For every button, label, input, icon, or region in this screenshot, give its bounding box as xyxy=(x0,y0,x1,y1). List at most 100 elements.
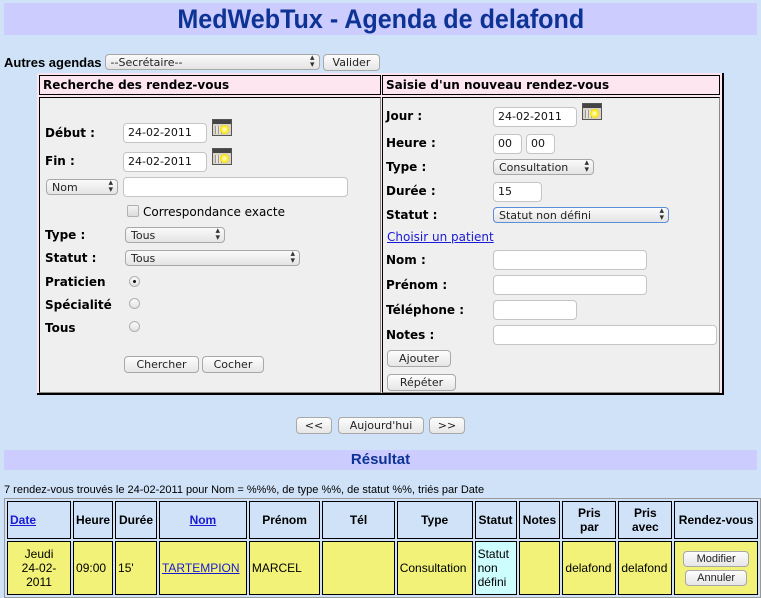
select-arrows-icon: ▴ ▾ xyxy=(108,178,113,195)
lastname-input[interactable] xyxy=(493,250,647,270)
search-panel: Recherche des rendez-vous Début : 24-02-… xyxy=(39,75,381,393)
day-label: Jour : xyxy=(386,109,423,123)
col-taken-with: Pris avec xyxy=(618,501,673,539)
repeat-button[interactable]: Répéter xyxy=(387,374,456,391)
scope-tous-label: Tous xyxy=(45,321,76,335)
select-arrows-icon: ▴ ▾ xyxy=(584,158,589,175)
cell-status-line3: défini xyxy=(477,575,507,589)
cell-date: Jeudi 24-02-2011 xyxy=(7,541,72,595)
cell-duration: 15' xyxy=(115,541,157,595)
check-button[interactable]: Cocher xyxy=(202,356,264,373)
cell-taken-by: delafond xyxy=(562,541,617,595)
cell-status-line1: Statut xyxy=(477,547,509,561)
forms-container: Recherche des rendez-vous Début : 24-02-… xyxy=(37,73,724,395)
end-date-input[interactable]: 24-02-2011 xyxy=(123,152,207,172)
today-button[interactable]: Aujourd'hui xyxy=(338,417,424,434)
hour-label: Heure : xyxy=(386,136,436,150)
col-firstname: Prénom xyxy=(248,501,321,539)
new-appointment-panel-title: Saisie d'un nouveau rendez-vous xyxy=(382,75,720,95)
start-calendar-icon[interactable] xyxy=(212,119,232,136)
cell-date-value: 24-02-2011 xyxy=(21,561,57,589)
col-lastname[interactable]: Nom xyxy=(158,501,247,539)
exact-match-label: Correspondance exacte xyxy=(143,205,285,219)
scope-specialite-radio[interactable] xyxy=(129,298,140,309)
status-select-value: Tous xyxy=(131,251,156,265)
select-arrows-icon: ▴ ▾ xyxy=(659,206,664,223)
appointment-type-select[interactable]: Consultation ▴ ▾ xyxy=(493,159,594,175)
col-date[interactable]: Date xyxy=(7,501,72,539)
day-input[interactable]: 24-02-2011 xyxy=(493,107,577,127)
new-appointment-panel-body: Jour : 24-02-2011 Heure : 00 00 Type : C… xyxy=(382,97,720,393)
choose-patient-link[interactable]: Choisir un patient xyxy=(387,230,494,244)
cell-actions: Modifier Annuler xyxy=(674,541,758,595)
end-calendar-icon[interactable] xyxy=(212,148,232,165)
select-arrows-icon: ▴ ▾ xyxy=(290,249,295,266)
day-calendar-icon[interactable] xyxy=(582,103,602,120)
notes-label: Notes : xyxy=(386,328,435,342)
col-type: Type xyxy=(396,501,473,539)
scope-praticien-radio[interactable] xyxy=(129,276,140,287)
col-hour: Heure xyxy=(73,501,114,539)
notes-input[interactable] xyxy=(493,325,717,345)
appointment-status-select[interactable]: Statut non défini ▴ ▾ xyxy=(493,207,669,223)
col-taken-by: Pris par xyxy=(562,501,617,539)
cell-hour: 09:00 xyxy=(73,541,114,595)
next-button[interactable]: >> xyxy=(429,417,465,434)
search-field-select-value: Nom xyxy=(52,180,78,194)
firstname-label: Prénom : xyxy=(386,278,448,292)
sort-date-link[interactable]: Date xyxy=(10,513,36,527)
duration-label: Durée : xyxy=(386,184,436,198)
table-row: Jeudi 24-02-2011 09:00 15' TARTEMPION MAR… xyxy=(7,541,758,595)
select-arrows-icon: ▴ ▾ xyxy=(310,53,315,70)
search-field-select[interactable]: Nom ▴ ▾ xyxy=(46,179,118,195)
cancel-appointment-button[interactable]: Annuler xyxy=(685,569,748,586)
agenda-select-value: --Secrétaire-- xyxy=(110,55,183,69)
type-select[interactable]: Tous ▴ ▾ xyxy=(125,227,225,243)
other-agendas-label: Autres agendas xyxy=(4,54,102,70)
page-title: MedWebTux - Agenda de delafond xyxy=(177,4,584,34)
add-button[interactable]: Ajouter xyxy=(387,350,451,367)
new-appointment-panel: Saisie d'un nouveau rendez-vous Jour : 2… xyxy=(382,75,720,393)
other-agendas-bar: Autres agendas --Secrétaire-- ▴ ▾ Valider xyxy=(4,53,381,71)
cell-status-line2: non xyxy=(477,561,498,575)
results-title-bar: Résultat xyxy=(4,450,757,470)
exact-match-checkbox[interactable] xyxy=(127,205,139,217)
select-arrows-icon: ▴ ▾ xyxy=(215,226,220,243)
phone-label: Téléphone : xyxy=(386,303,465,317)
search-panel-title: Recherche des rendez-vous xyxy=(39,75,381,95)
lastname-label: Nom : xyxy=(386,253,426,267)
validate-button[interactable]: Valider xyxy=(322,53,381,71)
appointment-status-label: Statut : xyxy=(386,208,438,222)
cell-type: Consultation xyxy=(396,541,473,595)
firstname-input[interactable] xyxy=(493,275,647,295)
results-table: Date Heure Durée Nom Prénom Tél Type Sta… xyxy=(4,498,761,598)
phone-input[interactable] xyxy=(493,300,577,320)
cell-firstname: MARCEL xyxy=(248,541,321,595)
minute-input[interactable]: 00 xyxy=(526,134,555,154)
end-label: Fin : xyxy=(45,154,75,168)
cell-status: Statut non défini xyxy=(474,541,517,595)
scope-specialite-label: Spécialité xyxy=(45,298,112,312)
cell-phone xyxy=(322,541,395,595)
cell-taken-with: delafond xyxy=(618,541,673,595)
col-taken-with-line2: avec xyxy=(631,520,659,534)
cell-lastname[interactable]: TARTEMPION xyxy=(158,541,247,595)
cell-day: Jeudi xyxy=(24,547,54,561)
col-notes: Notes xyxy=(518,501,561,539)
previous-button[interactable]: << xyxy=(296,417,332,434)
patient-link[interactable]: TARTEMPION xyxy=(162,561,240,575)
hour-input[interactable]: 00 xyxy=(493,134,522,154)
type-select-value: Tous xyxy=(131,228,156,242)
modify-button[interactable]: Modifier xyxy=(683,550,750,567)
search-field-input[interactable] xyxy=(123,177,348,197)
search-button[interactable]: Chercher xyxy=(124,356,199,373)
status-select[interactable]: Tous ▴ ▾ xyxy=(125,250,300,266)
sort-lastname-link[interactable]: Nom xyxy=(190,513,217,527)
agenda-select[interactable]: --Secrétaire-- ▴ ▾ xyxy=(104,53,320,70)
start-date-input[interactable]: 24-02-2011 xyxy=(123,123,207,143)
duration-input[interactable]: 15 xyxy=(493,182,542,202)
col-taken-by-line1: Pris xyxy=(578,506,601,520)
col-taken-by-line2: par xyxy=(580,520,599,534)
scope-tous-radio[interactable] xyxy=(129,321,140,332)
table-header-row: Date Heure Durée Nom Prénom Tél Type Sta… xyxy=(7,501,758,539)
